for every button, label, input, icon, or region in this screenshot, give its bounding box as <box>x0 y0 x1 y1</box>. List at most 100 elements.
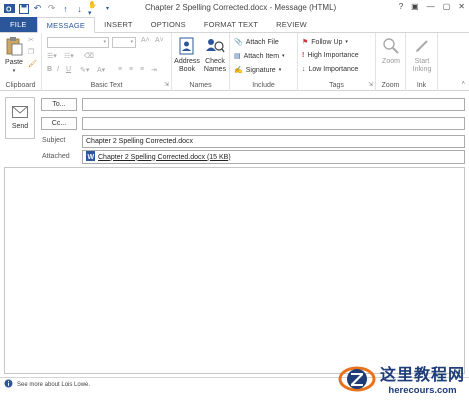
save-icon[interactable] <box>18 3 29 14</box>
low-importance-button[interactable]: ↓ Low Importance <box>302 66 358 73</box>
check-names-icon <box>205 37 225 58</box>
close-icon[interactable]: ✕ <box>458 2 465 11</box>
undo-icon[interactable]: ↶ <box>32 3 43 14</box>
cc-button[interactable]: Cc... <box>41 117 77 130</box>
ink-group: Start Inking Ink <box>406 33 438 91</box>
watermark-logo-icon <box>338 363 376 395</box>
paste-icon <box>5 36 23 59</box>
cc-field[interactable] <box>82 117 465 130</box>
zoom-group-label: Zoom <box>381 82 400 89</box>
align-right-icon[interactable]: ≡ <box>140 66 144 73</box>
compose-area: Send To... Cc... Subject Chapter 2 Spell… <box>0 91 469 400</box>
tab-file[interactable]: FILE <box>0 17 37 32</box>
watermark-url: herecours.com <box>388 385 457 396</box>
follow-up-button[interactable]: ⚑ Follow Up ▾ <box>302 38 348 47</box>
tab-options[interactable]: OPTIONS <box>142 17 195 32</box>
title-bar: O ↶ ↷ ↑ ↓ ✋▾ ▾ Chapter 2 Spelling Correc… <box>0 0 469 17</box>
italic-icon[interactable]: I <box>57 66 59 73</box>
underline-icon[interactable]: U <box>66 66 71 73</box>
grow-font-icon[interactable]: A˄ <box>141 37 150 44</box>
basic-text-group-label: Basic Text <box>90 82 123 89</box>
start-inking-label-1: Start <box>414 58 430 65</box>
up-arrow-icon[interactable]: ↑ <box>60 3 71 14</box>
down-arrow-icon[interactable]: ↓ <box>74 3 85 14</box>
collapse-ribbon-icon[interactable]: ˄ <box>461 81 465 87</box>
cut-icon[interactable]: ✂ <box>28 36 34 44</box>
subject-field[interactable]: Chapter 2 Spelling Corrected.docx <box>82 135 465 148</box>
signature-button[interactable]: ✍ Signature ▾ <box>234 66 281 75</box>
svg-text:O: O <box>6 7 12 14</box>
copy-icon[interactable]: ❐ <box>28 48 34 56</box>
tab-review[interactable]: REVIEW <box>267 17 316 32</box>
see-more-link[interactable]: See more about Lois Lowe. <box>17 382 90 388</box>
attach-item-label: Attach Item <box>243 52 280 60</box>
format-painter-icon[interactable]: 🖌 <box>28 60 37 68</box>
font-color-icon[interactable]: A▾ <box>97 66 105 74</box>
window-controls: ? ▣ — ▢ ✕ <box>399 2 465 11</box>
zoom-label: Zoom <box>382 58 400 65</box>
message-body[interactable] <box>4 167 465 374</box>
highlight-icon[interactable]: ✎▾ <box>80 66 89 74</box>
start-inking-label-2: Inking <box>412 66 432 73</box>
low-importance-label: Low Importance <box>308 66 359 73</box>
include-group: 📎 Attach File ▤ Attach Item ▾ ✍ Signatur… <box>230 33 298 91</box>
high-importance-button[interactable]: ! High Importance <box>302 52 359 59</box>
shrink-font-icon[interactable]: A˅ <box>155 37 164 44</box>
high-importance-label: High Importance <box>307 52 359 59</box>
help-icon[interactable]: ? <box>399 2 403 11</box>
tab-format-text[interactable]: FORMAT TEXT <box>195 17 267 32</box>
subject-label: Subject <box>42 137 66 144</box>
minimize-icon[interactable]: — <box>427 2 435 11</box>
redo-icon[interactable]: ↷ <box>46 3 57 14</box>
ribbon-display-icon[interactable]: ▣ <box>411 2 419 11</box>
names-group: Address Book Check Names Names <box>172 33 230 91</box>
pen-icon <box>413 37 431 58</box>
watermark: 这里教程网 herecours.com <box>338 361 465 396</box>
start-inking-button[interactable]: Start Inking <box>408 37 436 74</box>
watermark-text: 这里教程网 herecours.com <box>380 361 465 396</box>
ribbon-tabs: FILE MESSAGE INSERT OPTIONS FORMAT TEXT … <box>0 17 469 33</box>
tags-group: ⚑ Follow Up ▾ ! High Importance ↓ Low Im… <box>298 33 376 91</box>
tab-message[interactable]: MESSAGE <box>36 17 96 33</box>
names-group-label: Names <box>189 82 212 89</box>
paperclip-icon: 📎 <box>234 39 243 46</box>
basic-text-group: ▾ ▾ A˄ A˅ ☰▾ ☷▾ ⌫ B I U ✎▾ A▾ ≡ ≡ ≡ ⇥ Ba… <box>42 33 172 91</box>
address-book-label-1: Address <box>174 58 200 65</box>
tags-launcher-icon[interactable]: ⇲ <box>368 81 373 88</box>
magnifier-icon <box>382 37 400 58</box>
window-title: Chapter 2 Spelling Corrected.docx - Mess… <box>145 3 337 12</box>
clear-formatting-icon[interactable]: ⌫ <box>84 52 94 60</box>
tab-insert[interactable]: INSERT <box>95 17 142 32</box>
to-button[interactable]: To... <box>41 98 77 111</box>
bold-icon[interactable]: B <box>47 66 52 73</box>
to-field[interactable] <box>82 98 465 111</box>
numbering-icon[interactable]: ☷▾ <box>64 52 74 60</box>
watermark-cn: 这里教程网 <box>379 365 465 384</box>
align-left-icon[interactable]: ≡ <box>118 66 122 73</box>
qat-more-icon[interactable]: ▾ <box>102 3 113 14</box>
check-names-button[interactable]: Check Names <box>202 37 228 74</box>
font-size-select[interactable]: ▾ <box>112 37 136 48</box>
address-book-button[interactable]: Address Book <box>174 37 200 74</box>
clipboard-group: Paste ▾ ✂ ❐ 🖌 Clipboard <box>0 33 42 91</box>
exclamation-icon: ! <box>302 52 305 59</box>
paste-button[interactable]: Paste ▾ <box>3 36 25 75</box>
indent-icon[interactable]: ⇥ <box>151 66 157 74</box>
maximize-icon[interactable]: ▢ <box>443 2 451 11</box>
info-icon <box>4 379 13 390</box>
customize-icon[interactable]: ✋▾ <box>88 2 99 17</box>
font-name-select[interactable]: ▾ <box>47 37 109 48</box>
include-group-label: Include <box>252 82 275 89</box>
zoom-button[interactable]: Zoom <box>378 37 404 66</box>
basic-text-launcher-icon[interactable]: ⇲ <box>164 81 169 88</box>
address-book-label-2: Book <box>179 66 195 73</box>
align-center-icon[interactable]: ≡ <box>129 66 133 73</box>
flag-icon: ⚑ <box>302 39 309 46</box>
send-button[interactable]: Send <box>5 97 35 139</box>
bullets-icon[interactable]: ☰▾ <box>47 52 57 60</box>
ribbon: Paste ▾ ✂ ❐ 🖌 Clipboard ▾ ▾ A˄ A˅ ☰▾ ☷▾ … <box>0 33 469 91</box>
attach-file-button[interactable]: 📎 Attach File <box>234 38 279 47</box>
attachment-link[interactable]: Chapter 2 Spelling Corrected.docx (15 KB… <box>98 154 231 161</box>
attach-item-button[interactable]: ▤ Attach Item ▾ <box>234 52 285 61</box>
attached-label: Attached <box>42 153 70 160</box>
